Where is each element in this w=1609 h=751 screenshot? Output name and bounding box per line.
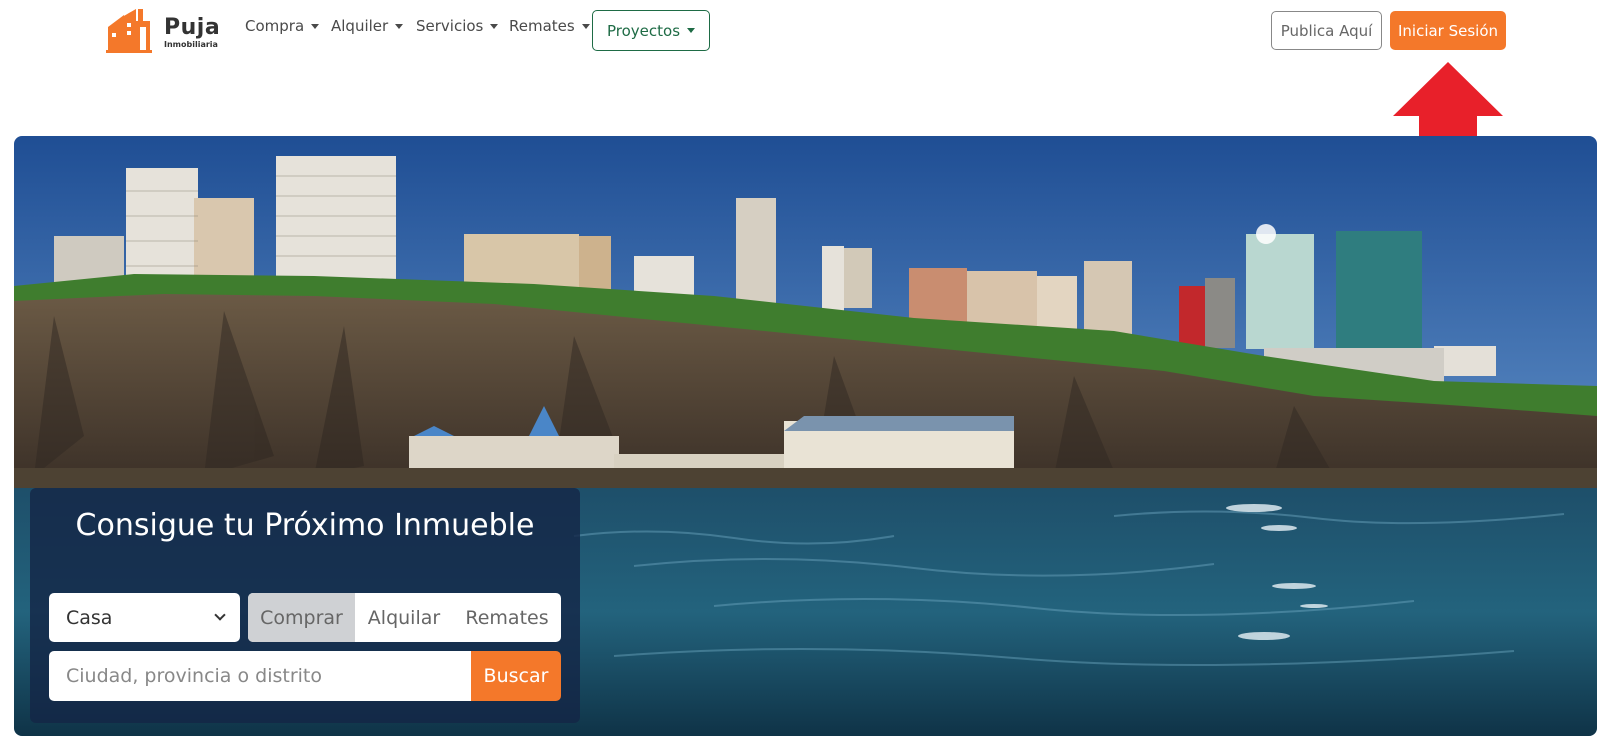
- caret-down-icon: [311, 23, 320, 29]
- navbar: Puja Inmobiliaria Compra Alquiler Servic…: [0, 0, 1609, 62]
- property-type-select[interactable]: Casa: [49, 593, 240, 642]
- chevron-down-icon: [214, 609, 226, 621]
- nav-compra[interactable]: Compra: [245, 17, 320, 35]
- caret-down-icon: [687, 28, 696, 33]
- nav-alquiler[interactable]: Alquiler: [331, 17, 404, 35]
- mode-remates[interactable]: Remates: [453, 593, 561, 642]
- house-logo-icon: [106, 9, 152, 53]
- brand-name: Puja: [164, 15, 221, 40]
- search-mode-toggle: Comprar Alquilar Remates: [248, 593, 561, 642]
- nav-remates[interactable]: Remates: [509, 17, 590, 35]
- location-search-input[interactable]: Ciudad, provincia o distrito: [49, 651, 471, 701]
- search-title: Consigue tu Próximo Inmueble: [75, 508, 535, 543]
- brand-logo[interactable]: Puja Inmobiliaria: [106, 6, 221, 54]
- caret-down-icon: [395, 23, 404, 29]
- nav-proyectos-label: Proyectos: [606, 21, 681, 40]
- search-button[interactable]: Buscar: [471, 651, 561, 701]
- nav-servicios-label: Servicios: [416, 17, 484, 35]
- nav-proyectos[interactable]: Proyectos: [592, 10, 710, 51]
- caret-down-icon: [581, 23, 590, 29]
- nav-remates-label: Remates: [509, 17, 575, 35]
- publica-aqui-button[interactable]: Publica Aquí: [1271, 11, 1382, 50]
- login-button[interactable]: Iniciar Sesión: [1390, 11, 1506, 50]
- caret-down-icon: [490, 23, 499, 29]
- nav-alquiler-label: Alquiler: [331, 17, 389, 35]
- brand-tagline: Inmobiliaria: [164, 40, 218, 49]
- search-panel: Consigue tu Próximo Inmueble Casa Compra…: [30, 488, 580, 723]
- nav-compra-label: Compra: [245, 17, 305, 35]
- property-type-value: Casa: [66, 606, 113, 629]
- mode-alquilar[interactable]: Alquilar: [355, 593, 453, 642]
- mode-comprar[interactable]: Comprar: [248, 593, 355, 642]
- nav-servicios[interactable]: Servicios: [416, 17, 499, 35]
